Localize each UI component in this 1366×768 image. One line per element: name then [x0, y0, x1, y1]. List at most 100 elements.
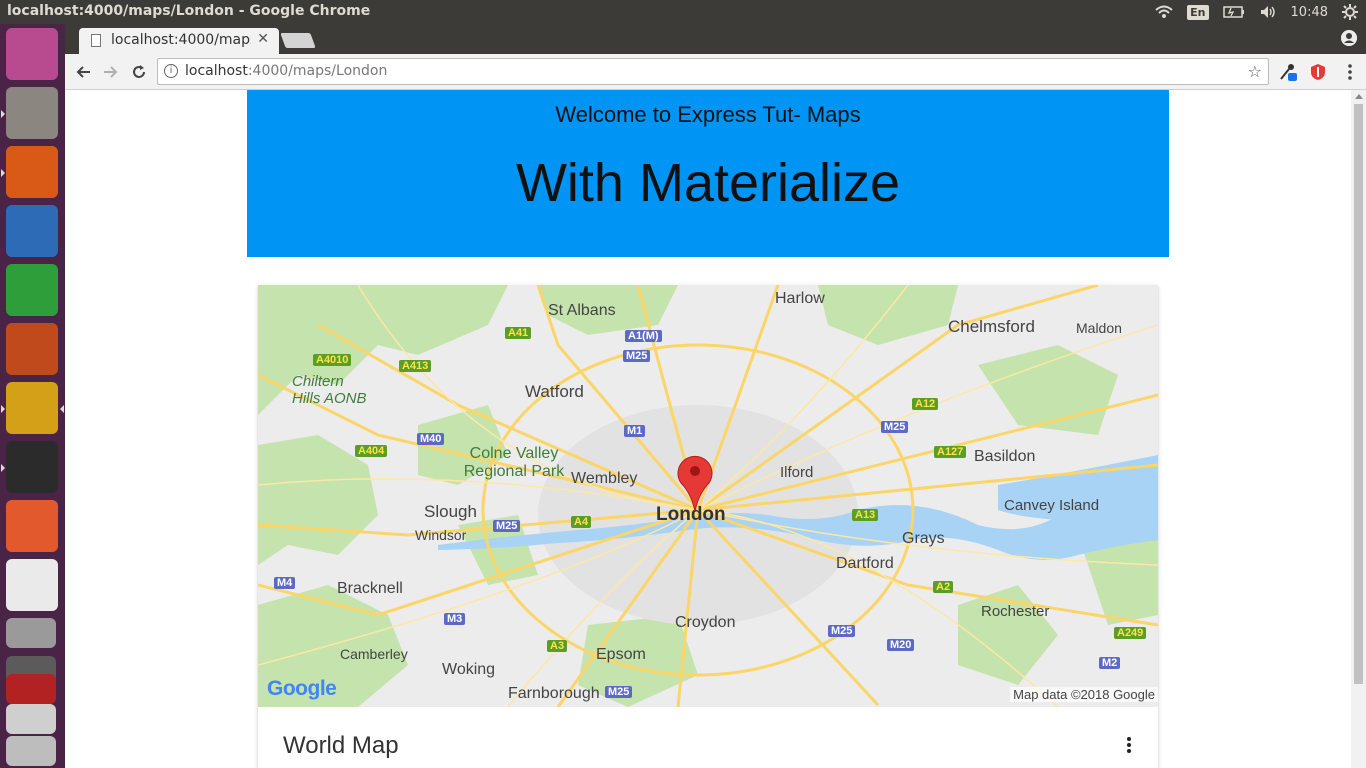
forward-icon[interactable] — [99, 60, 123, 84]
chrome-menu-icon[interactable] — [1341, 63, 1359, 81]
power-gear-icon[interactable] — [1342, 4, 1358, 20]
hero-subtitle: Welcome to Express Tut- Maps — [555, 102, 861, 127]
card-title: World Map — [283, 732, 399, 759]
road-shield: M1 — [624, 425, 646, 437]
map-place-label: Windsor — [415, 527, 467, 543]
map-place-label: Maldon — [1076, 320, 1122, 336]
wifi-icon[interactable] — [1155, 5, 1173, 19]
tab-title: localhost:4000/maps/London — [111, 32, 251, 48]
road-shield: A4 — [571, 516, 592, 528]
extension-eyedropper-icon[interactable] — [1279, 63, 1297, 81]
map-place-label: St Albans — [548, 302, 616, 319]
amazon-icon[interactable] — [6, 559, 58, 611]
battery-icon[interactable] — [1222, 6, 1245, 18]
map-place-label: Farnborough — [508, 685, 600, 702]
road-shield: A1(M) — [625, 330, 662, 342]
ubuntu-launcher — [0, 24, 65, 768]
filezilla-icon[interactable] — [6, 674, 56, 704]
page-scrollbar[interactable] — [1351, 90, 1366, 768]
road-shield: A249 — [1114, 627, 1147, 639]
more-vert-icon[interactable] — [1126, 737, 1132, 757]
road-shield: A413 — [399, 360, 432, 372]
map-place-label: Dartford — [836, 555, 894, 572]
road-shield: M3 — [444, 613, 466, 625]
road-shield: M2 — [1099, 657, 1121, 669]
tab-close-icon[interactable]: ✕ — [257, 31, 269, 47]
map-attribution[interactable]: Map data ©2018 Google — [1010, 687, 1158, 702]
google-logo: Google — [267, 677, 337, 700]
map-place-label: Colne Valley Regional Park — [463, 445, 565, 480]
map-place-label: Basildon — [974, 448, 1036, 465]
road-shield: A12 — [912, 398, 939, 410]
road-shield: M25 — [828, 625, 856, 637]
back-icon[interactable] — [71, 60, 95, 84]
ubuntu-dash-icon[interactable] — [6, 28, 58, 80]
browser-toolbar: i localhost:4000/maps/London ☆ — [65, 54, 1366, 90]
reload-icon[interactable] — [127, 60, 151, 84]
trash-icon[interactable] — [6, 736, 56, 766]
map-place-label: Harlow — [775, 290, 825, 307]
volume-icon[interactable] — [1259, 5, 1277, 19]
hero-title: With Materialize — [515, 153, 901, 213]
map-card: St Albans Harlow Chelmsford Maldon Watford Ch… — [258, 285, 1158, 768]
map-place-label: Bracknell — [337, 580, 403, 597]
calc-icon[interactable] — [6, 264, 58, 316]
map-place-label: Chiltern Hills AONB — [292, 373, 367, 407]
scrollbar-thumb[interactable] — [1354, 104, 1363, 684]
page-viewport: Welcome to Express Tut- Maps With Materi… — [65, 90, 1351, 768]
road-shield: A404 — [355, 445, 388, 457]
url-text: localhost:4000/maps/London — [185, 63, 388, 79]
road-shield: A13 — [852, 509, 879, 521]
new-tab-button[interactable] — [280, 33, 316, 48]
road-shield: A127 — [934, 446, 967, 458]
clock[interactable]: 10:48 — [1291, 5, 1328, 20]
map-place-label: Canvey Island — [1004, 497, 1100, 514]
site-info-icon[interactable]: i — [164, 64, 178, 78]
road-shield: M20 — [887, 639, 915, 651]
page-icon — [91, 34, 101, 47]
map-place-label: Grays — [902, 530, 945, 547]
road-shield: M25 — [605, 686, 633, 698]
map-place-label: Ilford — [780, 464, 814, 481]
system-top-panel: localhost:4000/maps/London - Google Chro… — [0, 0, 1366, 24]
road-shield: M4 — [274, 577, 296, 589]
road-shield: A2 — [933, 581, 954, 593]
map-place-label: Chelmsford — [948, 317, 1035, 336]
map-place-label: Wembley — [571, 470, 638, 487]
map-place-label: Epsom — [596, 646, 646, 663]
road-shield: M40 — [417, 433, 445, 445]
road-shield: A4010 — [313, 354, 352, 366]
software-center-icon[interactable] — [6, 500, 58, 552]
settings-icon[interactable] — [6, 618, 56, 648]
writer-icon[interactable] — [6, 205, 58, 257]
road-shield: M25 — [623, 350, 651, 362]
system-tray: En 10:48 — [1155, 0, 1366, 24]
map-place-label: Rochester — [981, 603, 1050, 620]
workspace-switcher-icon[interactable] — [6, 704, 56, 734]
extension-shield-icon[interactable] — [1309, 63, 1327, 81]
road-shield: M25 — [493, 520, 521, 532]
address-bar[interactable]: i localhost:4000/maps/London ☆ — [157, 58, 1269, 85]
chrome-icon[interactable] — [1, 382, 64, 434]
map-place-label: Croydon — [675, 614, 736, 631]
map-place-label: Camberley — [340, 646, 408, 662]
google-map[interactable]: St Albans Harlow Chelmsford Maldon Watford Ch… — [258, 285, 1158, 707]
scroll-up-icon[interactable] — [1355, 94, 1363, 99]
hero-banner: Welcome to Express Tut- Maps With Materi… — [247, 90, 1169, 257]
road-shield: A41 — [505, 327, 532, 339]
terminal-icon[interactable] — [1, 441, 58, 493]
map-place-label: Woking — [442, 661, 496, 678]
impress-icon[interactable] — [6, 323, 58, 375]
keyboard-layout-indicator[interactable]: En — [1187, 4, 1209, 20]
map-pin-icon[interactable] — [676, 453, 714, 513]
profile-icon[interactable] — [1341, 30, 1357, 46]
firefox-icon[interactable] — [1, 146, 58, 198]
browser-tab[interactable]: localhost:4000/maps/London ✕ — [79, 28, 279, 54]
bookmark-star-icon[interactable]: ☆ — [1248, 62, 1262, 81]
road-shield: M25 — [881, 421, 909, 433]
map-place-label: Watford — [525, 382, 584, 401]
files-icon[interactable] — [1, 87, 58, 139]
road-shield: A3 — [547, 640, 568, 652]
window-title: localhost:4000/maps/London - Google Chro… — [7, 3, 371, 19]
browser-tab-strip: localhost:4000/maps/London ✕ — [65, 24, 1366, 54]
